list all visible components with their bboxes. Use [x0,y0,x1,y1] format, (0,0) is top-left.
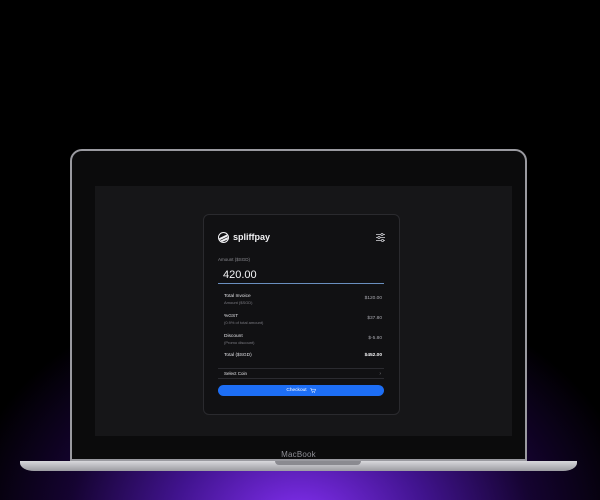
laptop-base [20,461,577,471]
payment-card: spliffpay Amount ($SGD) 420.00 Total Inv… [203,214,400,415]
cart-icon [309,388,316,393]
row-subtitle: Amount ($SGD) [224,300,253,305]
summary-row-total: Total ($SGD) $452.00 [218,352,384,364]
checkout-button[interactable]: Checkout [218,385,384,396]
device-brand-label: MacBook [281,450,316,459]
row-subtitle: (Promo discount) [224,340,255,345]
laptop-notch [275,461,361,465]
row-title: Discount [224,334,243,339]
app-name: spliffpay [233,232,271,242]
select-coin-label: Select Coin [224,371,248,376]
summary-row-discount: Discount (Promo discount) $-5.80 [218,332,384,352]
row-value: $-5.80 [368,336,382,341]
chevron-right-icon: › [379,371,381,377]
summary-row-total-invoice: Total Invoice Amount ($SGD) $120.00 [218,292,384,312]
laptop-lid: spliffpay Amount ($SGD) 420.00 Total Inv… [70,149,527,461]
row-title: Total Invoice [224,294,251,299]
app-logo: spliffpay [218,232,270,243]
spliffpay-logo-icon [218,232,229,243]
amount-input[interactable]: 420.00 [218,264,384,284]
total-value: $452.00 [364,353,382,358]
summary-row-gst: %GST (0.9% of total amount) $37.80 [218,312,384,332]
total-label: Total ($SGD) [224,353,252,358]
select-coin-dropdown[interactable]: Select Coin › [218,368,384,379]
laptop-screen: spliffpay Amount ($SGD) 420.00 Total Inv… [95,186,512,436]
amount-label: Amount ($SGD) [218,257,251,262]
checkout-label: Checkout [286,388,307,393]
summary-list: Total Invoice Amount ($SGD) $120.00 %GST… [218,292,384,364]
row-value: $37.80 [367,316,382,321]
card-header: spliffpay [218,231,385,245]
amount-value: 420.00 [223,269,257,281]
row-title: %GST [224,314,239,319]
row-value: $120.00 [364,296,382,301]
sliders-icon[interactable] [376,233,385,242]
row-subtitle: (0.9% of total amount) [224,320,264,325]
